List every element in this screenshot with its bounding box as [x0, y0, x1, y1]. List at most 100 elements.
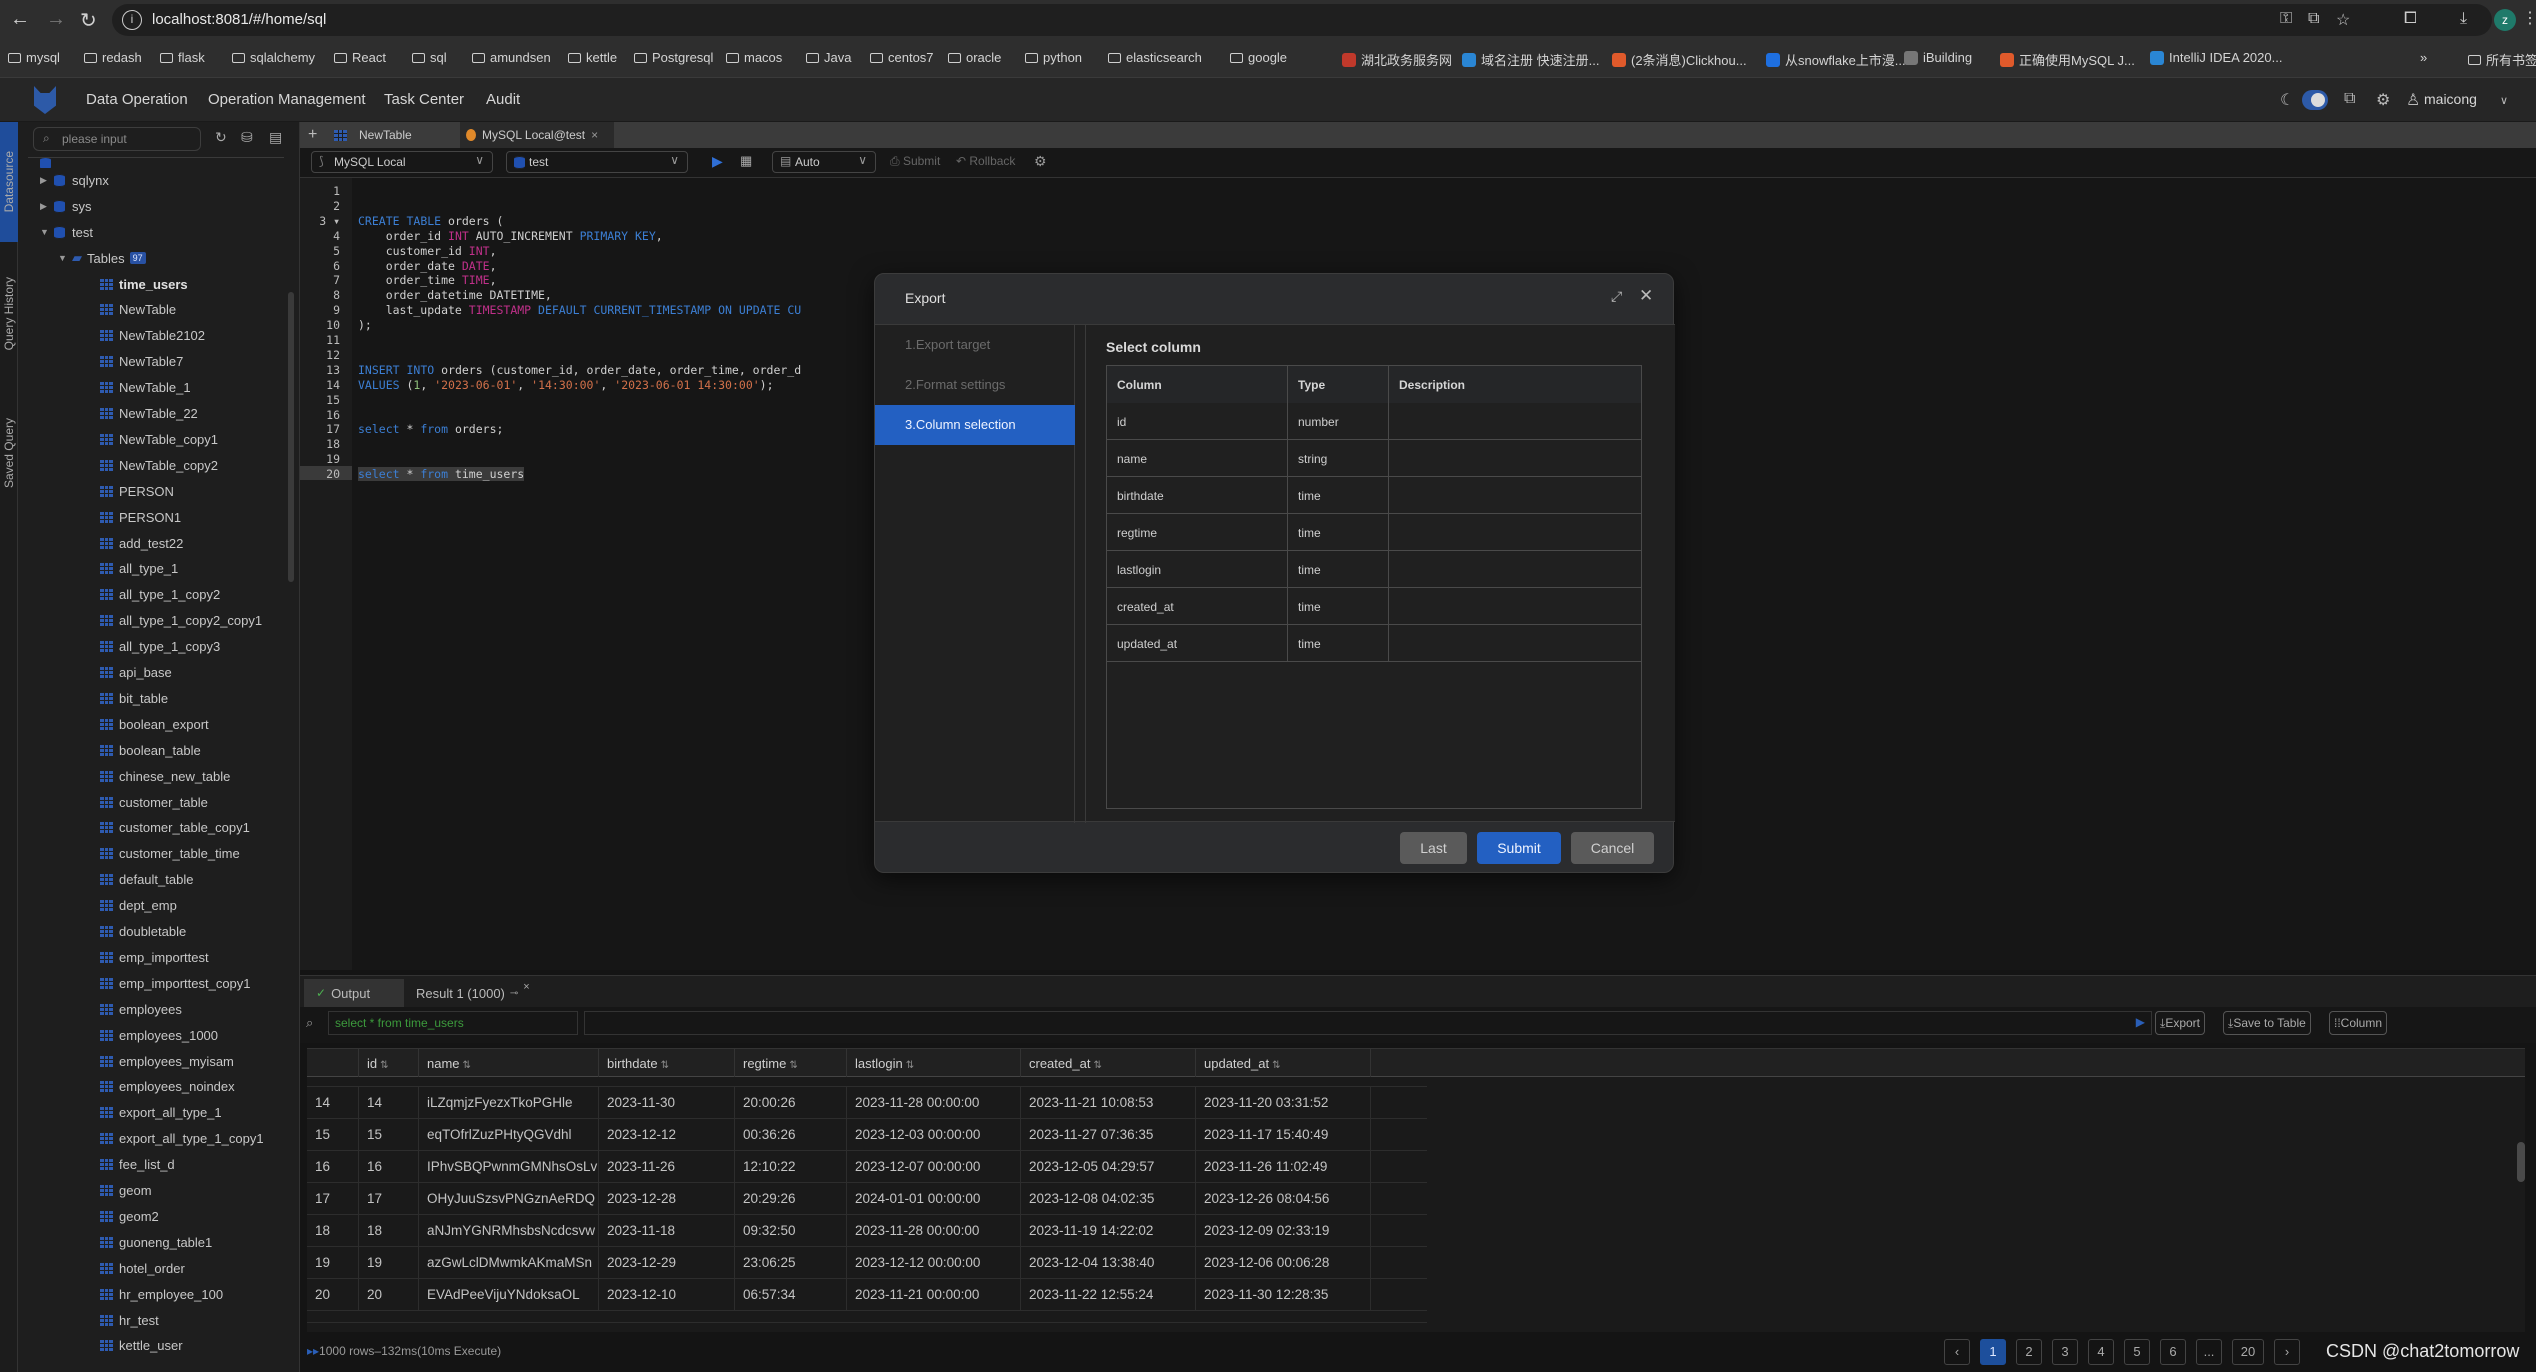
bookmark-macos[interactable]: macos — [726, 50, 782, 65]
table-cell[interactable]: 2023-12-12 00:00:00 — [847, 1247, 1021, 1279]
sort-icon[interactable]: ⇅ — [906, 1060, 914, 1071]
caret-right-icon[interactable]: ▶ — [40, 201, 54, 212]
all-bookmarks-folder[interactable]: 所有书签 — [2468, 50, 2536, 69]
table-cell[interactable]: 14 — [307, 1087, 359, 1119]
tree-table-item[interactable]: NewTable_22 — [100, 402, 198, 426]
bookmark-[interactable]: 湖北政务服务网 — [1342, 50, 1452, 69]
address-bar[interactable]: i localhost:8081/#/home/sql ⚿ ⧉ ☆ ⧠ ⤓ — [112, 4, 2492, 36]
table-cell[interactable]: 2023-11-19 14:22:02 — [1021, 1215, 1196, 1247]
tree-table-item[interactable]: all_type_1_copy3 — [100, 635, 220, 659]
table-cell[interactable]: 20:29:26 — [735, 1183, 847, 1215]
forward-icon[interactable]: → — [46, 8, 66, 31]
bookmark-google[interactable]: google — [1230, 50, 1287, 65]
tree-table-item[interactable]: NewTable2102 — [100, 324, 205, 348]
table-cell[interactable]: 2023-11-28 00:00:00 — [847, 1087, 1021, 1119]
table-cell[interactable]: 20:00:26 — [735, 1087, 847, 1119]
table-cell[interactable]: 17 — [359, 1183, 419, 1215]
column-row[interactable]: name string — [1107, 440, 1641, 477]
submit-transaction-button[interactable]: ⎙ Submit — [890, 154, 940, 169]
bookmark-python[interactable]: python — [1025, 50, 1082, 65]
tree-table-item[interactable]: boolean_table — [100, 738, 201, 762]
bookmark-centos7[interactable]: centos7 — [870, 50, 934, 65]
settings-gear-icon[interactable]: ⚙ — [2376, 90, 2390, 110]
tree-table-item[interactable]: hr_test — [100, 1308, 159, 1332]
tree-table-item[interactable]: NewTable_copy2 — [100, 453, 218, 477]
table-cell[interactable]: 06:57:34 — [735, 1279, 847, 1311]
extensions-icon[interactable]: ⧠ — [2404, 10, 2417, 28]
page-6-button[interactable]: 6 — [2160, 1339, 2186, 1365]
table-cell[interactable]: 18 — [307, 1215, 359, 1247]
prev-page-button[interactable]: ‹ — [1944, 1339, 1970, 1365]
page-5-button[interactable]: 5 — [2124, 1339, 2150, 1365]
app-logo[interactable] — [34, 86, 56, 114]
tree-table-item[interactable]: export_all_type_1_copy1 — [100, 1127, 264, 1151]
tree-table-item[interactable]: time_users — [100, 272, 188, 296]
table-cell[interactable]: 16 — [359, 1151, 419, 1183]
table-cell[interactable]: 2023-12-04 13:38:40 — [1021, 1247, 1196, 1279]
table-cell[interactable]: aNJmYGNRMhsbsNcdcsvw — [419, 1215, 599, 1247]
code-line[interactable]: order_id INT AUTO_INCREMENT PRIMARY KEY, — [358, 229, 663, 243]
column-description[interactable] — [1389, 440, 1641, 477]
tree-table-item[interactable]: emp_importtest — [100, 945, 209, 969]
table-cell[interactable]: 2023-11-30 12:28:35 — [1196, 1279, 1371, 1311]
bookmark-react[interactable]: React — [334, 50, 386, 65]
table-cell[interactable]: 2024-01-01 00:00:00 — [847, 1183, 1021, 1215]
tree-table-item[interactable]: geom — [100, 1179, 152, 1203]
sort-icon[interactable]: ⇅ — [380, 1060, 388, 1071]
bookmark-sql[interactable]: sql — [412, 50, 447, 65]
bookmark-snowflake[interactable]: 从snowflake上市漫... — [1766, 50, 1906, 69]
code-line[interactable]: select * from orders; — [358, 422, 503, 436]
sidebar-search-input[interactable]: ⌕ please input — [33, 127, 201, 151]
table-cell[interactable]: 2023-11-20 03:31:52 — [1196, 1087, 1371, 1119]
code-line[interactable]: VALUES (1, '2023-06-01', '14:30:00', '20… — [358, 378, 774, 392]
bookmark-intellij-idea-2020[interactable]: IntelliJ IDEA 2020... — [2150, 50, 2282, 65]
datasource-select[interactable]: ⟆ MySQL Local ∨ — [311, 151, 493, 173]
more-bookmarks-button[interactable]: » — [2420, 50, 2427, 65]
bookmark-star-icon[interactable]: ☆ — [2336, 10, 2350, 30]
new-tab-button[interactable]: + — [308, 122, 317, 148]
grid-header-rownum[interactable] — [307, 1049, 359, 1077]
user-menu-chevron-icon[interactable]: ∨ — [2500, 94, 2508, 107]
sort-icon[interactable]: ⇅ — [661, 1060, 669, 1071]
tree-table-item[interactable]: hr_employee_100 — [100, 1282, 223, 1306]
tab-output[interactable]: ✓ Output — [304, 979, 404, 1007]
column-row[interactable]: lastlogin time — [1107, 551, 1641, 588]
table-cell[interactable]: 2023-11-27 07:36:35 — [1021, 1119, 1196, 1151]
close-result-icon[interactable]: × — [523, 981, 529, 993]
column-description[interactable] — [1389, 514, 1641, 551]
code-line[interactable]: order_time TIME, — [358, 273, 497, 287]
rollback-button[interactable]: ↶ Rollback — [956, 154, 1015, 168]
tree-table-item[interactable]: PERSON — [100, 479, 174, 503]
table-row[interactable]: 20 20 EVAdPeeVijuYNdoksaOL 2023-12-10 06:57:… — [307, 1279, 1427, 1311]
code-line[interactable]: order_date DATE, — [358, 259, 497, 273]
table-cell[interactable]: 16 — [307, 1151, 359, 1183]
grid-header-created_at[interactable]: created_at ⇅ — [1021, 1049, 1196, 1077]
table-cell[interactable]: 09:32:50 — [735, 1215, 847, 1247]
table-cell[interactable]: 2023-12-12 — [599, 1119, 735, 1151]
tree-table-item[interactable]: all_type_1_copy2_copy1 — [100, 609, 262, 633]
tree-database-sys[interactable]: ▶ sys — [40, 194, 92, 218]
tree-table-item[interactable]: NewTable_1 — [100, 376, 191, 400]
password-key-icon[interactable]: ⚿ — [2280, 10, 2292, 28]
bookmark-elasticsearch[interactable]: elasticsearch — [1108, 50, 1202, 65]
grid-header-id[interactable]: id ⇅ — [359, 1049, 419, 1077]
code-line[interactable]: select * from time_users — [358, 467, 525, 482]
grid-header-birthdate[interactable]: birthdate ⇅ — [599, 1049, 735, 1077]
table-cell[interactable]: 2023-11-28 00:00:00 — [847, 1215, 1021, 1247]
column-row[interactable]: regtime time — [1107, 514, 1641, 551]
table-cell[interactable]: 2023-12-28 — [599, 1183, 735, 1215]
table-cell[interactable]: iLZqmjzFyezxTkoPGHle — [419, 1087, 599, 1119]
maximize-icon[interactable]: ⤢ — [1611, 288, 1622, 305]
table-cell[interactable]: 2023-12-09 02:33:19 — [1196, 1215, 1371, 1247]
table-cell[interactable]: 15 — [307, 1119, 359, 1151]
table-row[interactable]: 15 15 eqTOfrlZuzPHtyQGVdhl 2023-12-12 00:36:… — [307, 1119, 1427, 1151]
user-name[interactable]: maicong — [2424, 91, 2477, 107]
table-cell[interactable]: 2023-12-03 00:00:00 — [847, 1119, 1021, 1151]
run-icon[interactable]: ▶ — [712, 153, 723, 170]
bookmark-mysql-j[interactable]: 正确使用MySQL J... — [2000, 50, 2135, 69]
column-row[interactable]: birthdate time — [1107, 477, 1641, 514]
table-cell[interactable]: eqTOfrlZuzPHtyQGVdhl — [419, 1119, 599, 1151]
refresh-icon[interactable]: ↻ — [215, 129, 227, 146]
table-cell[interactable]: 2023-11-21 00:00:00 — [847, 1279, 1021, 1311]
column-description[interactable] — [1389, 551, 1641, 588]
